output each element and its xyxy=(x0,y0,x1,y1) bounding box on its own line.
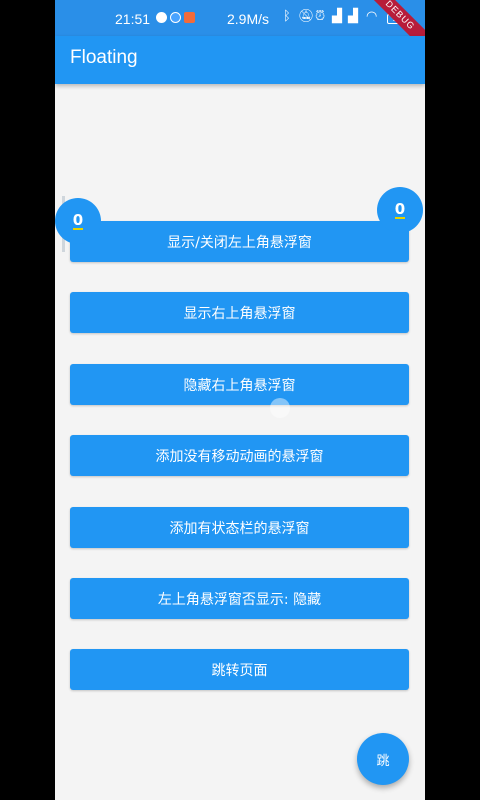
show-top-right-float-button[interactable]: 显示右上角悬浮窗 xyxy=(70,292,409,333)
signal-icon: ▟ xyxy=(332,9,342,24)
alarm-icon: ⏰︎ xyxy=(315,9,326,24)
qq-icon xyxy=(156,12,167,23)
status-time: 21:51 xyxy=(115,11,151,27)
button-label: 显示/关闭左上角悬浮窗 xyxy=(167,234,312,251)
top-left-floating-window[interactable]: 0 xyxy=(55,198,101,244)
add-statusbar-float-button[interactable]: 添加有状态栏的悬浮窗 xyxy=(70,507,409,548)
status-bar: 21:51 2.9M/s ᛒ 🔕︎ ⏰︎ ▟ ▟ ◠ 32 xyxy=(55,0,425,36)
button-label: 左上角悬浮窗否显示: 隐藏 xyxy=(157,591,322,608)
navigate-page-button[interactable]: 跳转页面 xyxy=(70,649,409,690)
page-title: Floating xyxy=(70,47,138,68)
message-icon xyxy=(170,12,181,23)
button-label: 显示右上角悬浮窗 xyxy=(183,305,296,322)
mute-icon: 🔕︎ xyxy=(298,9,315,24)
phone-screen: 21:51 2.9M/s ᛒ 🔕︎ ⏰︎ ▟ ▟ ◠ 32 DEBUG Floa… xyxy=(55,0,425,800)
button-label: 添加没有移动动画的悬浮窗 xyxy=(155,448,324,465)
touch-ripple xyxy=(270,398,290,418)
bluetooth-icon: ᛒ xyxy=(283,9,291,24)
button-label: 添加有状态栏的悬浮窗 xyxy=(169,520,310,537)
wifi-icon: ◠ xyxy=(366,9,378,24)
top-right-floating-window[interactable]: 0 xyxy=(377,187,423,233)
button-label: 隐藏右上角悬浮窗 xyxy=(183,377,296,394)
fab-label: 跳 xyxy=(376,753,390,769)
app-notification-icon xyxy=(184,12,195,23)
top-left-float-visibility-button[interactable]: 左上角悬浮窗否显示: 隐藏 xyxy=(70,578,409,619)
signal-icon-2: ▟ xyxy=(348,9,358,24)
network-speed: 2.9M/s xyxy=(227,11,270,27)
float-counter: 0 xyxy=(72,210,84,230)
toggle-top-left-float-button[interactable]: 显示/关闭左上角悬浮窗 xyxy=(70,221,409,262)
app-bar: Floating xyxy=(55,36,425,84)
add-no-animation-float-button[interactable]: 添加没有移动动画的悬浮窗 xyxy=(70,435,409,476)
button-label: 跳转页面 xyxy=(211,662,268,679)
hide-top-right-float-button[interactable]: 隐藏右上角悬浮窗 xyxy=(70,364,409,405)
jump-fab-button[interactable]: 跳 xyxy=(357,733,409,785)
float-counter: 0 xyxy=(394,199,406,219)
